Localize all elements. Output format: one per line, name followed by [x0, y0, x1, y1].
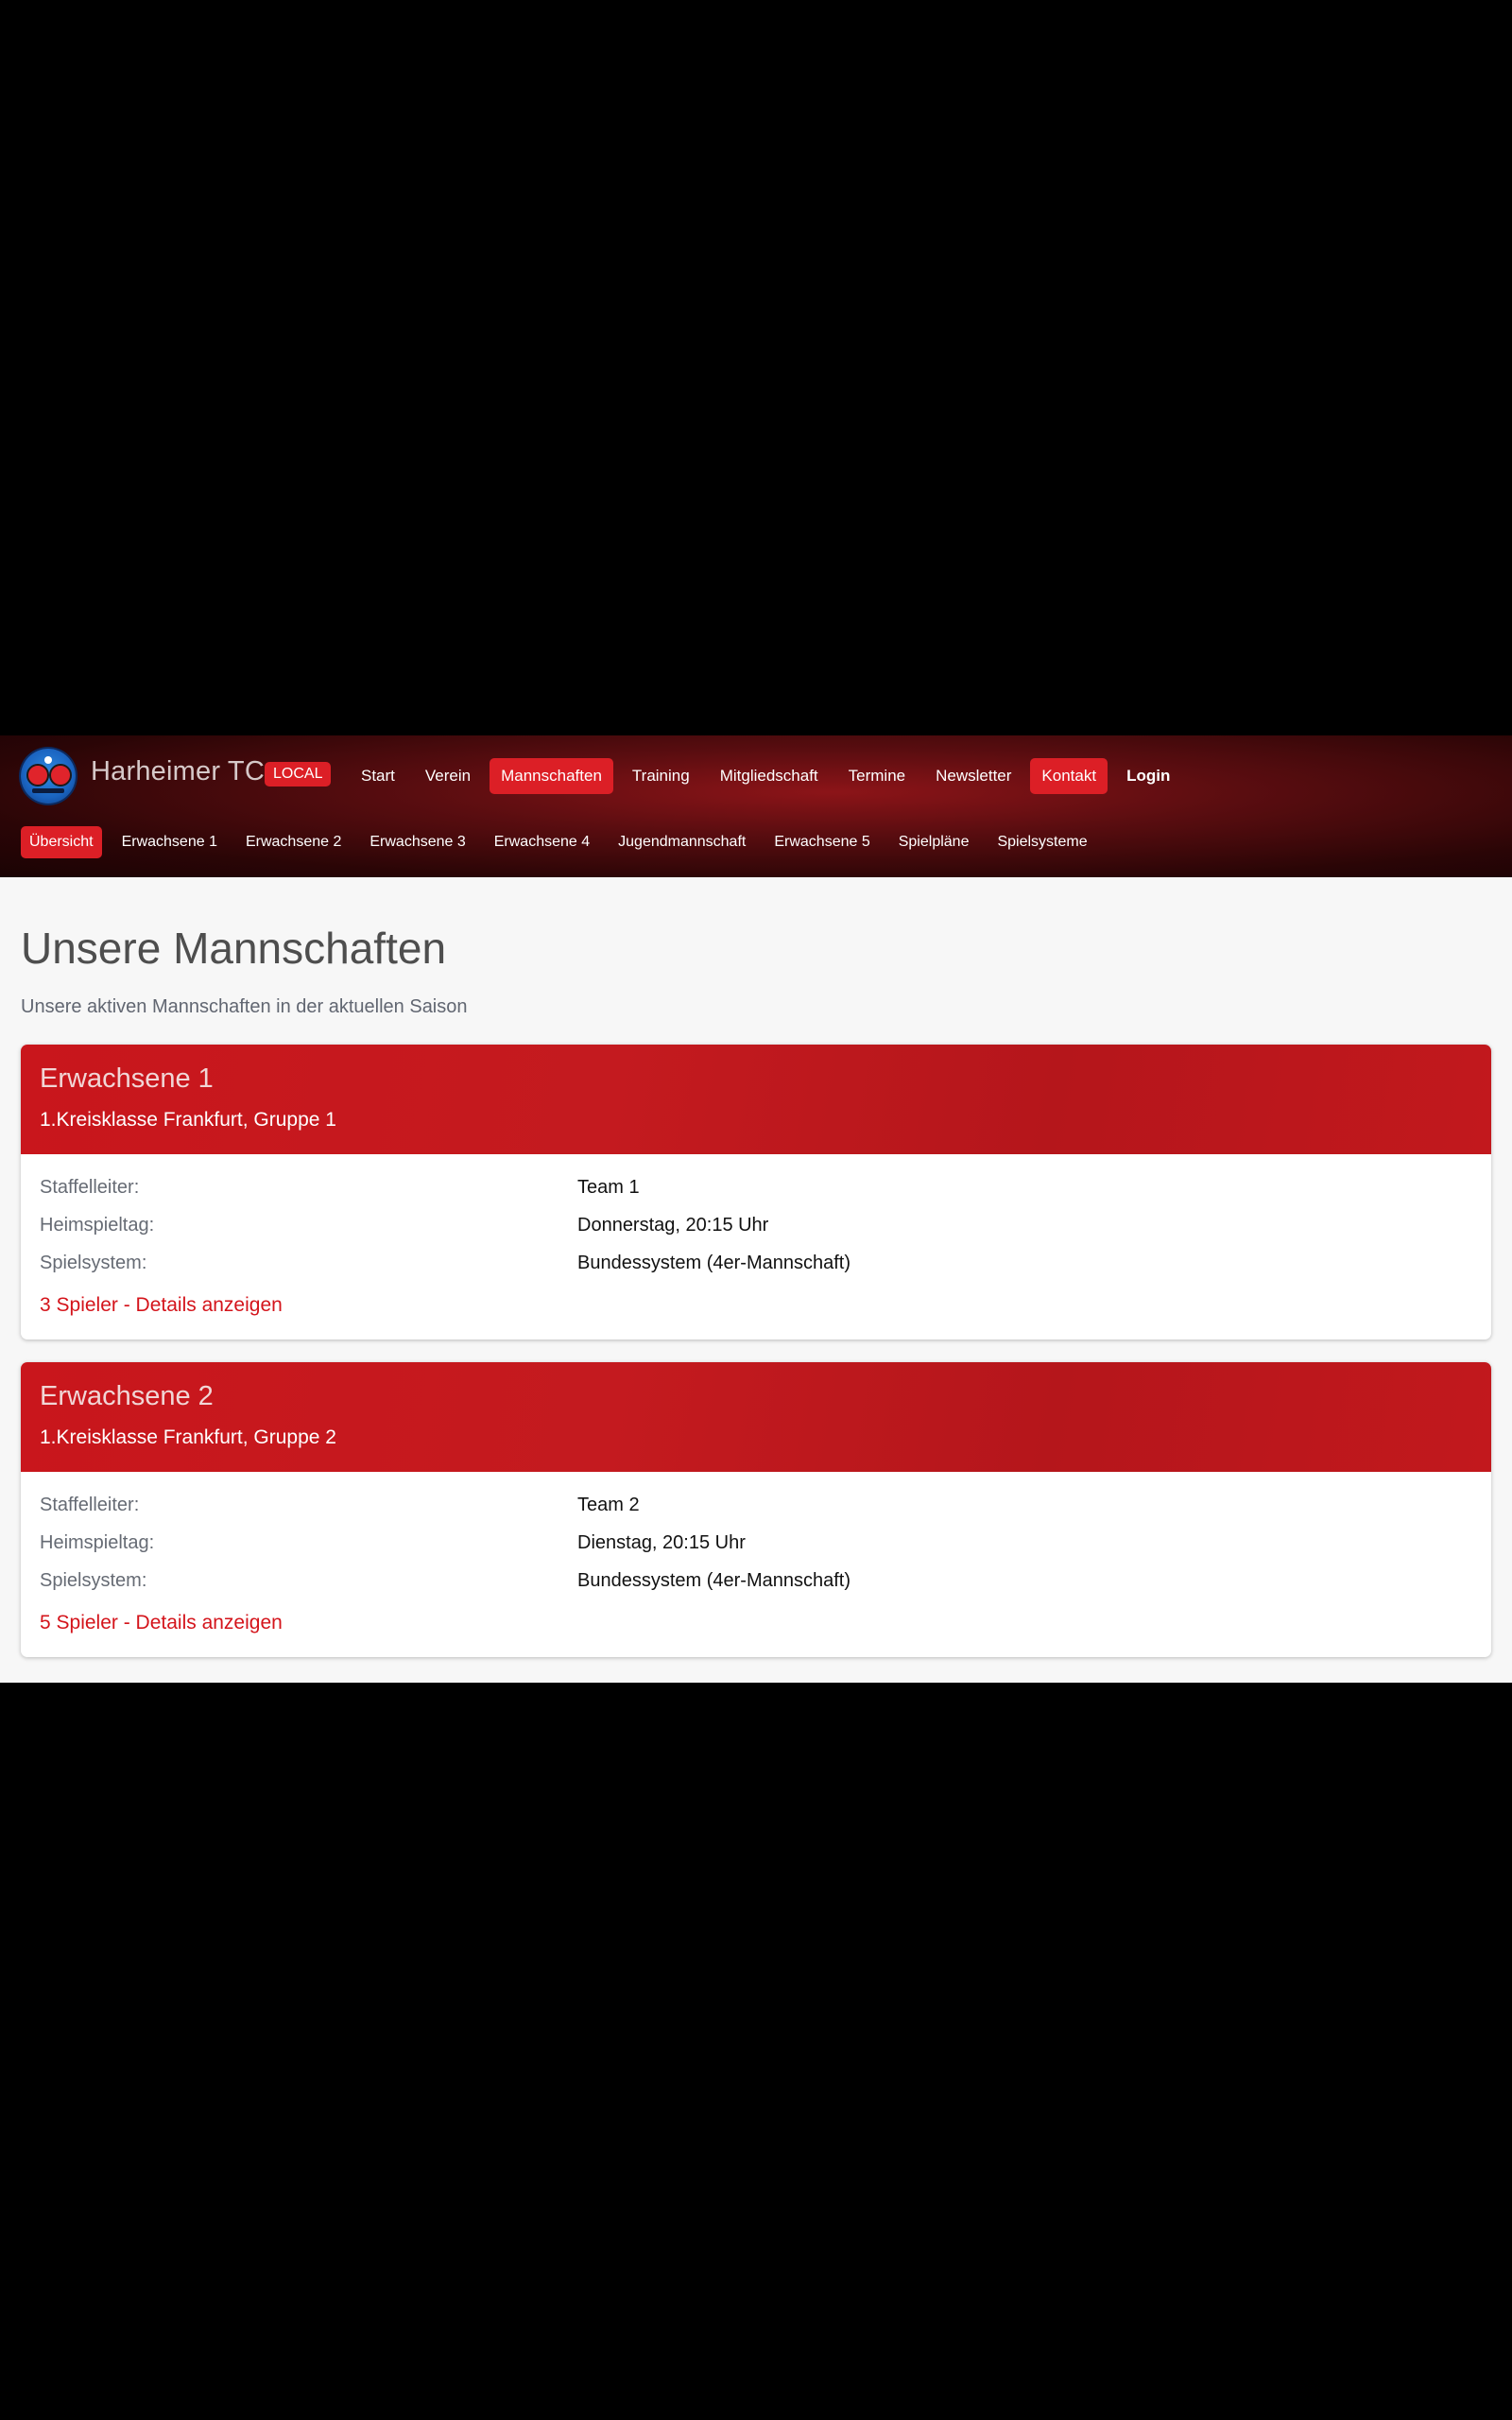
nav-kontakt[interactable]: Kontakt	[1030, 758, 1108, 794]
staffelleiter-label: Staffelleiter:	[40, 1495, 140, 1515]
spielsystem-value: Bundessystem (4er-Mannschaft)	[577, 1253, 851, 1273]
subnav-uebersicht[interactable]: Übersicht	[21, 826, 102, 858]
heimspieltag-value: Donnerstag, 20:15 Uhr	[577, 1215, 769, 1236]
team-name: Erwachsene 1	[40, 1063, 214, 1094]
team-league: 1.Kreisklasse Frankfurt, Gruppe 2	[40, 1426, 336, 1448]
spielsystem-label: Spielsystem:	[40, 1570, 147, 1591]
logo-text-mark	[32, 788, 64, 793]
team-card-body: Staffelleiter: Team 2 Heimspieltag: Dien…	[21, 1472, 1491, 1657]
nav-termine[interactable]: Termine	[837, 758, 917, 794]
main-content: Unsere Mannschaften Unsere aktiven Manns…	[0, 877, 1512, 1683]
brand-name[interactable]: Harheimer TC	[91, 756, 265, 787]
site-header: Harheimer TC LOCAL Start Verein Mannscha…	[0, 735, 1512, 877]
main-nav: Start Verein Mannschaften Training Mitgl…	[350, 758, 1189, 794]
environment-badge: LOCAL	[265, 762, 332, 786]
sub-nav: Übersicht Erwachsene 1 Erwachsene 2 Erwa…	[21, 826, 1108, 858]
player-details-link[interactable]: 5 Spieler - Details anzeigen	[40, 1612, 283, 1634]
team-name: Erwachsene 2	[40, 1381, 214, 1411]
nav-mitgliedschaft[interactable]: Mitgliedschaft	[709, 758, 830, 794]
subnav-spielsysteme[interactable]: Spielsysteme	[988, 826, 1095, 858]
team-card-body: Staffelleiter: Team 1 Heimspieltag: Donn…	[21, 1154, 1491, 1340]
letterbox-bottom	[0, 1683, 1512, 2420]
heimspieltag-label: Heimspieltag:	[40, 1215, 155, 1236]
subnav-jugendmannschaft[interactable]: Jugendmannschaft	[610, 826, 754, 858]
ball-icon	[44, 756, 52, 764]
paddle-icon	[49, 764, 72, 786]
spielsystem-label: Spielsystem:	[40, 1253, 147, 1273]
paddle-icon	[26, 764, 49, 786]
page-title: Unsere Mannschaften	[21, 924, 447, 973]
nav-login[interactable]: Login	[1115, 758, 1181, 794]
subnav-erwachsene-2[interactable]: Erwachsene 2	[237, 826, 350, 858]
subnav-spielplaene[interactable]: Spielpläne	[890, 826, 978, 858]
nav-training[interactable]: Training	[621, 758, 701, 794]
nav-verein[interactable]: Verein	[414, 758, 482, 794]
staffelleiter-value: Team 2	[577, 1495, 640, 1515]
nav-mannschaften[interactable]: Mannschaften	[490, 758, 613, 794]
nav-start[interactable]: Start	[350, 758, 406, 794]
subnav-erwachsene-4[interactable]: Erwachsene 4	[486, 826, 598, 858]
staffelleiter-label: Staffelleiter:	[40, 1177, 140, 1198]
staffelleiter-value: Team 1	[577, 1177, 640, 1198]
page-subtitle: Unsere aktiven Mannschaften in der aktue…	[21, 996, 468, 1017]
club-logo[interactable]	[21, 749, 76, 804]
subnav-erwachsene-1[interactable]: Erwachsene 1	[113, 826, 226, 858]
team-card-header: Erwachsene 2 1.Kreisklasse Frankfurt, Gr…	[21, 1362, 1491, 1472]
letterbox-top	[0, 0, 1512, 735]
team-card: Erwachsene 2 1.Kreisklasse Frankfurt, Gr…	[21, 1362, 1491, 1657]
team-card-header: Erwachsene 1 1.Kreisklasse Frankfurt, Gr…	[21, 1045, 1491, 1154]
heimspieltag-value: Dienstag, 20:15 Uhr	[577, 1532, 746, 1553]
team-league: 1.Kreisklasse Frankfurt, Gruppe 1	[40, 1109, 336, 1131]
subnav-erwachsene-5[interactable]: Erwachsene 5	[765, 826, 878, 858]
player-details-link[interactable]: 3 Spieler - Details anzeigen	[40, 1294, 283, 1317]
spielsystem-value: Bundessystem (4er-Mannschaft)	[577, 1570, 851, 1591]
team-card: Erwachsene 1 1.Kreisklasse Frankfurt, Gr…	[21, 1045, 1491, 1340]
heimspieltag-label: Heimspieltag:	[40, 1532, 155, 1553]
nav-newsletter[interactable]: Newsletter	[924, 758, 1022, 794]
subnav-erwachsene-3[interactable]: Erwachsene 3	[361, 826, 473, 858]
